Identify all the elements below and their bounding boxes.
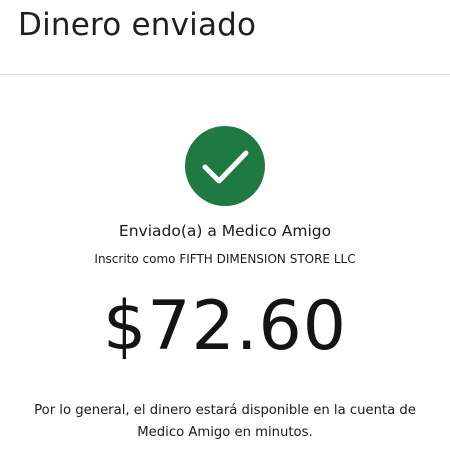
header: Dinero enviado — [0, 0, 450, 75]
availability-note: Por lo general, el dinero estará disponi… — [34, 403, 416, 440]
page-title: Dinero enviado — [18, 7, 257, 43]
recipient-sent-to: Enviado(a) a Medico Amigo — [118, 222, 332, 240]
checkmark-icon — [202, 150, 249, 184]
payment-amount: $72.60 — [103, 287, 347, 366]
success-check-badge — [185, 126, 265, 206]
recipient-registered-as: Inscrito como FIFTH DIMENSION STORE LLC — [94, 252, 356, 266]
